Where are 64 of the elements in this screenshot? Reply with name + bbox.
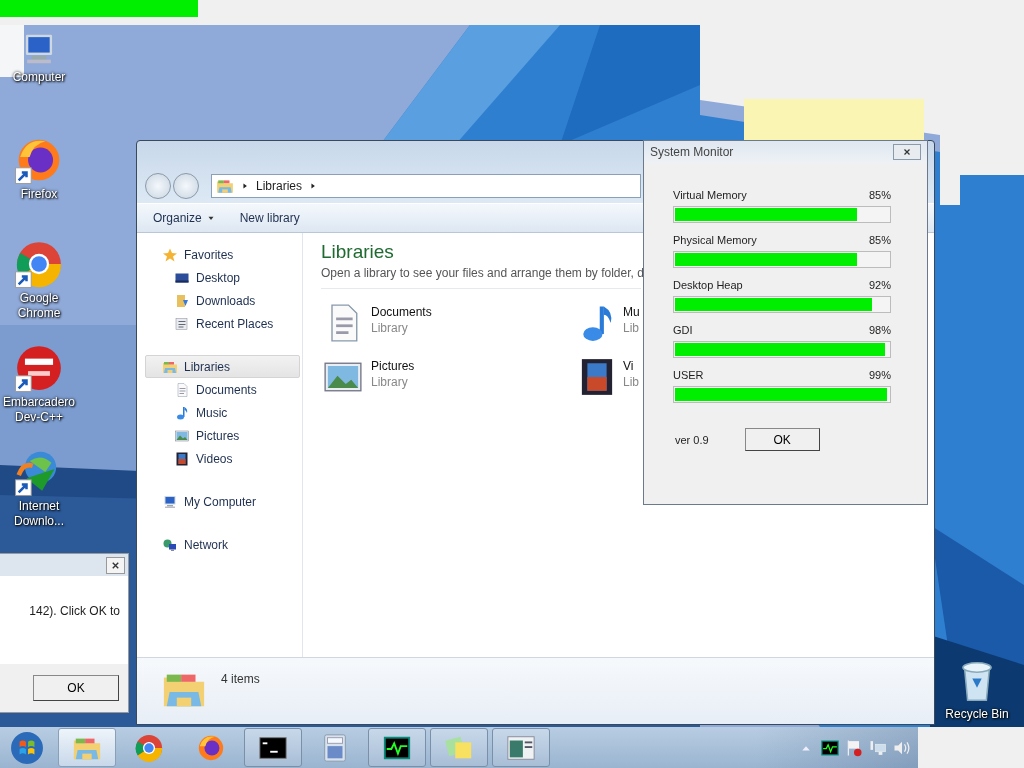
page-subtitle: Open a library to see your files and arrange them by folder, d (321, 266, 641, 289)
meter-label: Desktop Heap (673, 279, 743, 291)
ok-button[interactable]: OK (33, 675, 119, 701)
nav-item[interactable]: Recent Places (145, 312, 300, 335)
library-tile[interactable]: Pictures Library (321, 355, 575, 399)
library-name: Documents (371, 305, 432, 319)
library-icon (216, 177, 234, 195)
back-button[interactable] (145, 173, 171, 199)
window-title: System Monitor (650, 145, 734, 159)
meter-label: GDI (673, 324, 693, 336)
icon-label[interactable]: Internet Downlo... (0, 499, 78, 529)
meter-label: Virtual Memory (673, 189, 747, 201)
library-type: Library (371, 321, 409, 335)
downloads-icon (174, 292, 190, 309)
dialog-message: 142). Click OK to (28, 604, 121, 618)
version-label: ver 0.9 (675, 433, 709, 446)
close-icon (902, 147, 912, 157)
start-icon (10, 730, 44, 765)
meter-reading: 85% (868, 234, 891, 246)
monitor-icon (162, 493, 178, 510)
breadcrumb-item[interactable]: Libraries (256, 179, 303, 193)
library-tile[interactable]: Mu Lib (575, 301, 641, 345)
close-button[interactable] (106, 556, 125, 574)
library-type: Lib (623, 375, 639, 389)
meter-reading: 92% (868, 279, 891, 291)
meter-reading: 99% (868, 369, 891, 381)
ide-icon[interactable] (14, 343, 64, 393)
library-tile[interactable]: Documents Library (321, 301, 575, 345)
library-tile[interactable]: Vi Lib (575, 355, 641, 399)
nav-item[interactable]: Music (145, 401, 300, 424)
picture-icon (174, 427, 190, 444)
nav-item[interactable]: Desktop (145, 266, 300, 289)
library-type: Library (371, 375, 409, 389)
nav-item[interactable]: Libraries (145, 355, 300, 378)
forward-button[interactable] (173, 173, 199, 199)
meter-reading: 85% (868, 189, 891, 201)
library-name: Mu (623, 305, 640, 319)
menu-button[interactable]: Organize (153, 211, 216, 225)
browser-icon (134, 732, 164, 763)
nav-item[interactable]: Downloads (145, 289, 300, 312)
icon-label[interactable]: Recycle Bin (938, 707, 1016, 722)
meter-label: USER (673, 369, 704, 381)
document-icon (174, 381, 190, 398)
nav-item[interactable]: Pictures (145, 424, 300, 447)
nav-item[interactable]: Documents (145, 378, 300, 401)
item-count: 4 items (221, 672, 260, 686)
nav-item[interactable]: Favorites (145, 243, 300, 266)
meter-label: Physical Memory (673, 234, 757, 246)
nav-item[interactable]: Videos (145, 447, 300, 470)
music-note-icon (174, 404, 190, 421)
library-type: Lib (623, 321, 640, 335)
library-name: Vi (623, 359, 635, 373)
toolbar-button[interactable]: New library (239, 211, 300, 225)
nav-item[interactable]: Network (145, 533, 300, 556)
browser-icon[interactable] (14, 239, 64, 289)
nav-item[interactable]: My Computer (145, 490, 300, 513)
ok-button[interactable]: OK (744, 428, 820, 451)
taskbar-button[interactable] (244, 728, 302, 767)
meter-reading: 98% (868, 324, 891, 336)
taskbar-button[interactable] (368, 728, 426, 767)
library-name: Pictures (371, 359, 415, 373)
recent-icon (174, 315, 190, 332)
film-icon (174, 450, 190, 467)
address-bar[interactable]: Libraries (211, 174, 641, 198)
